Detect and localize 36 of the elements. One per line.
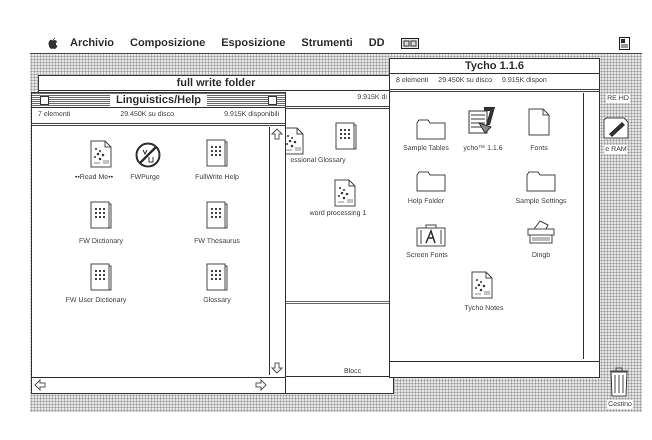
left-arrow-icon [34, 379, 46, 391]
document-icon[interactable] [90, 140, 112, 168]
menu-item[interactable]: Archivio [70, 35, 114, 52]
folder-icon[interactable] [416, 170, 446, 192]
right-arrow-icon [255, 379, 267, 391]
down-arrow-icon [271, 362, 283, 374]
book-icon[interactable] [90, 263, 112, 291]
menu-item[interactable]: DD [368, 35, 385, 52]
menu-item[interactable]: Composizione [130, 35, 206, 52]
menu-item[interactable]: Esposizione [221, 35, 286, 52]
trash-icon[interactable] [608, 365, 630, 397]
book-icon[interactable] [206, 263, 228, 291]
menu-item[interactable]: Strumenti [301, 35, 353, 52]
folder-icon[interactable] [416, 118, 446, 140]
document-icon[interactable] [334, 179, 356, 207]
suitcase-icon[interactable] [416, 223, 446, 247]
document-icon[interactable] [528, 108, 550, 136]
title-bar[interactable]: Linguistics/Help [32, 93, 285, 108]
book-icon[interactable] [90, 201, 112, 229]
no-sign-icon[interactable] [135, 142, 161, 168]
folder-icon[interactable] [526, 170, 556, 192]
application-icon[interactable] [467, 105, 497, 135]
horizontal-scrollbar[interactable] [32, 377, 285, 393]
document-icon[interactable] [471, 271, 493, 299]
book-icon[interactable] [206, 201, 228, 229]
application-menu-icon[interactable] [619, 37, 630, 50]
window-title: Linguistics/Help [110, 94, 207, 106]
up-arrow-icon [271, 128, 283, 140]
zoom-box[interactable] [268, 96, 277, 105]
printer-icon[interactable] [526, 219, 556, 245]
book-icon[interactable] [206, 139, 228, 167]
disk-menu-icon[interactable] [400, 38, 419, 49]
book-icon[interactable] [335, 122, 357, 150]
close-box[interactable] [40, 96, 49, 105]
title-bar[interactable]: Tycho 1.1.6 [390, 59, 599, 74]
apple-icon[interactable] [48, 38, 58, 50]
